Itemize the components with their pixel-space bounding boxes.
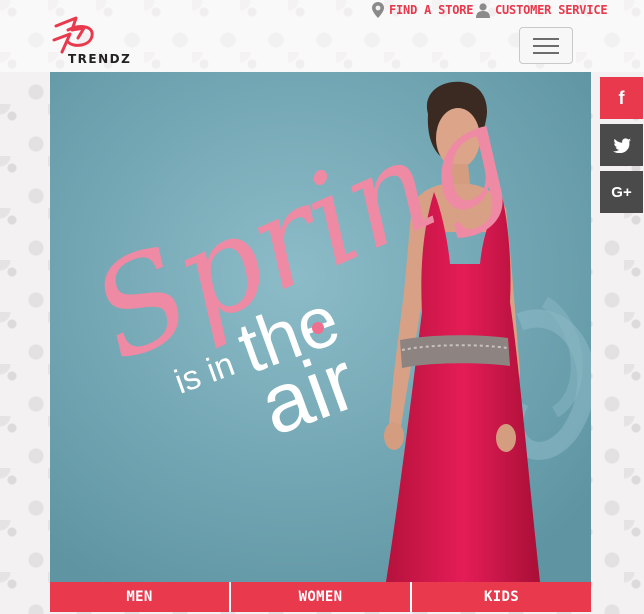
facebook-icon: f: [618, 87, 625, 108]
logo-text: TRENDZ: [68, 52, 132, 66]
trendz-logo-icon: [52, 16, 94, 54]
dress-belt: [400, 335, 510, 368]
map-marker-icon: [372, 2, 384, 18]
site-logo[interactable]: TRENDZ: [50, 16, 130, 68]
googleplus-icon: G+: [611, 183, 632, 201]
menu-toggle-button[interactable]: [519, 27, 573, 64]
twitter-icon: [612, 137, 631, 153]
user-icon: [476, 2, 490, 18]
customer-service-link[interactable]: CUSTOMER SERVICE: [476, 0, 608, 20]
find-store-label: FIND A STORE: [389, 3, 474, 17]
hamburger-bar: [533, 37, 559, 40]
facebook-button[interactable]: f: [600, 77, 643, 119]
hero-image: Spring is in the air: [50, 72, 591, 582]
hero-banner[interactable]: Spring is in the air: [50, 72, 591, 582]
twitter-button[interactable]: [600, 124, 643, 166]
googleplus-button[interactable]: G+: [600, 171, 643, 213]
nav-men[interactable]: MEN: [50, 582, 229, 612]
find-store-link[interactable]: FIND A STORE: [372, 0, 473, 20]
nav-women[interactable]: WOMEN: [231, 582, 410, 612]
site-header: TRENDZ FIND A STORE CUSTOMER SERVICE: [0, 0, 644, 72]
nav-kids[interactable]: KIDS: [412, 582, 591, 612]
customer-service-label: CUSTOMER SERVICE: [495, 3, 608, 17]
hamburger-bar: [533, 44, 559, 47]
hamburger-bar: [533, 51, 559, 54]
category-nav: MEN WOMEN KIDS: [50, 582, 591, 612]
